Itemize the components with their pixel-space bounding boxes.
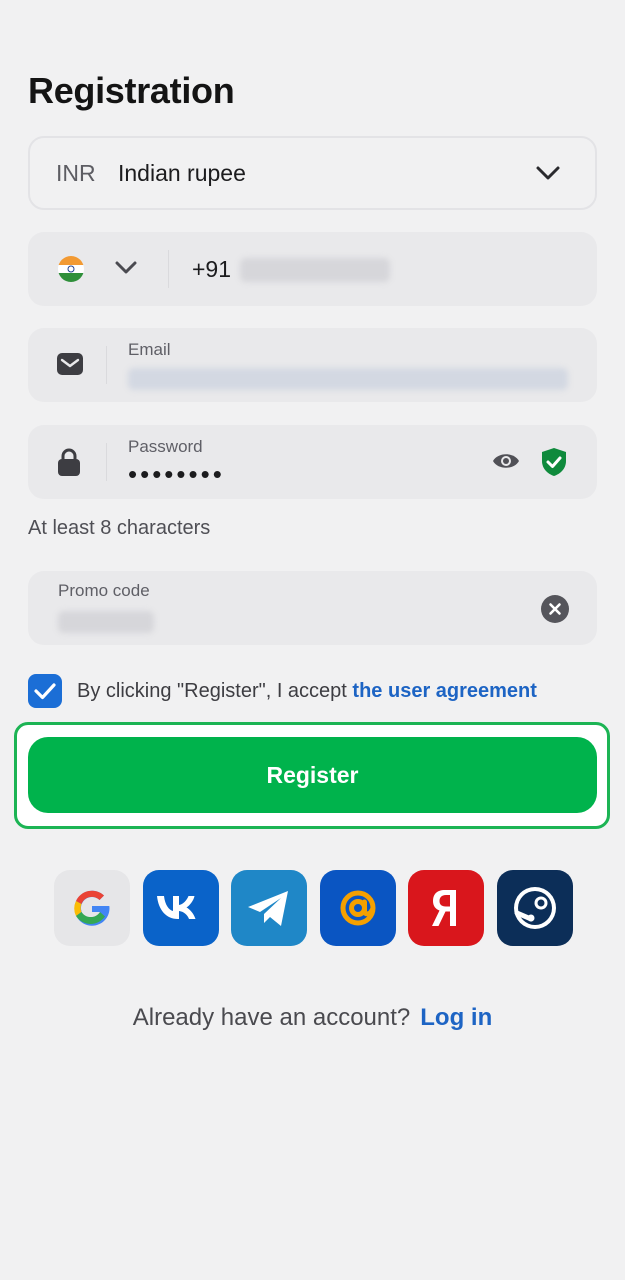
country-chevron-down-icon[interactable] xyxy=(114,260,138,276)
password-input[interactable]: •••••••• xyxy=(128,459,225,490)
registration-page: Registration INR Indian rupee +91 Email … xyxy=(0,0,625,1280)
yandex-login-button[interactable] xyxy=(408,870,484,946)
currency-name: Indian rupee xyxy=(118,160,246,186)
email-input[interactable] xyxy=(128,368,568,390)
currency-select[interactable]: INR Indian rupee xyxy=(28,136,597,210)
telegram-login-button[interactable] xyxy=(231,870,307,946)
chevron-down-icon xyxy=(536,166,560,180)
envelope-icon xyxy=(57,353,83,375)
promo-code-field[interactable]: Promo code xyxy=(28,571,597,645)
promo-code-label: Promo code xyxy=(58,581,150,600)
login-prompt: Already have an account? Log in xyxy=(0,1004,625,1032)
promo-code-input[interactable] xyxy=(58,611,154,633)
vk-login-button[interactable] xyxy=(143,870,219,946)
vk-icon xyxy=(157,896,196,919)
telegram-icon xyxy=(248,891,288,926)
google-icon xyxy=(74,890,110,926)
mail-ru-icon xyxy=(340,890,376,926)
agreement-prefix: By clicking "Register", I accept xyxy=(77,680,353,702)
register-button[interactable]: Register xyxy=(28,737,597,813)
clear-promo-button[interactable] xyxy=(541,595,569,623)
phone-divider xyxy=(168,250,169,288)
phone-country-code: +91 xyxy=(192,256,232,282)
email-field[interactable]: Email xyxy=(28,328,597,402)
password-label: Password xyxy=(128,437,203,456)
password-hint: At least 8 characters xyxy=(28,517,211,539)
lock-icon xyxy=(58,448,80,476)
password-field[interactable]: Password •••••••• xyxy=(28,425,597,499)
user-agreement-link[interactable]: the user agreement xyxy=(352,680,537,702)
login-link[interactable]: Log in xyxy=(420,1004,492,1031)
password-divider xyxy=(106,443,107,481)
yandex-icon xyxy=(432,890,456,926)
shield-check-icon xyxy=(542,448,566,476)
steam-icon xyxy=(514,887,556,929)
close-icon xyxy=(549,603,561,615)
email-divider xyxy=(106,346,107,384)
login-prompt-text: Already have an account? xyxy=(132,1004,411,1031)
agreement-text: By clicking "Register", I accept the use… xyxy=(77,680,537,703)
phone-number-input[interactable] xyxy=(240,258,390,282)
mail-login-button[interactable] xyxy=(320,870,396,946)
check-icon xyxy=(34,683,56,700)
email-label: Email xyxy=(128,340,171,359)
phone-field: +91 xyxy=(28,232,597,306)
google-login-button[interactable] xyxy=(54,870,130,946)
eye-icon[interactable] xyxy=(491,449,521,473)
steam-login-button[interactable] xyxy=(497,870,573,946)
india-flag-icon[interactable] xyxy=(58,256,84,282)
page-title: Registration xyxy=(28,70,235,111)
agreement-checkbox[interactable] xyxy=(28,674,62,708)
currency-code: INR xyxy=(56,160,96,186)
